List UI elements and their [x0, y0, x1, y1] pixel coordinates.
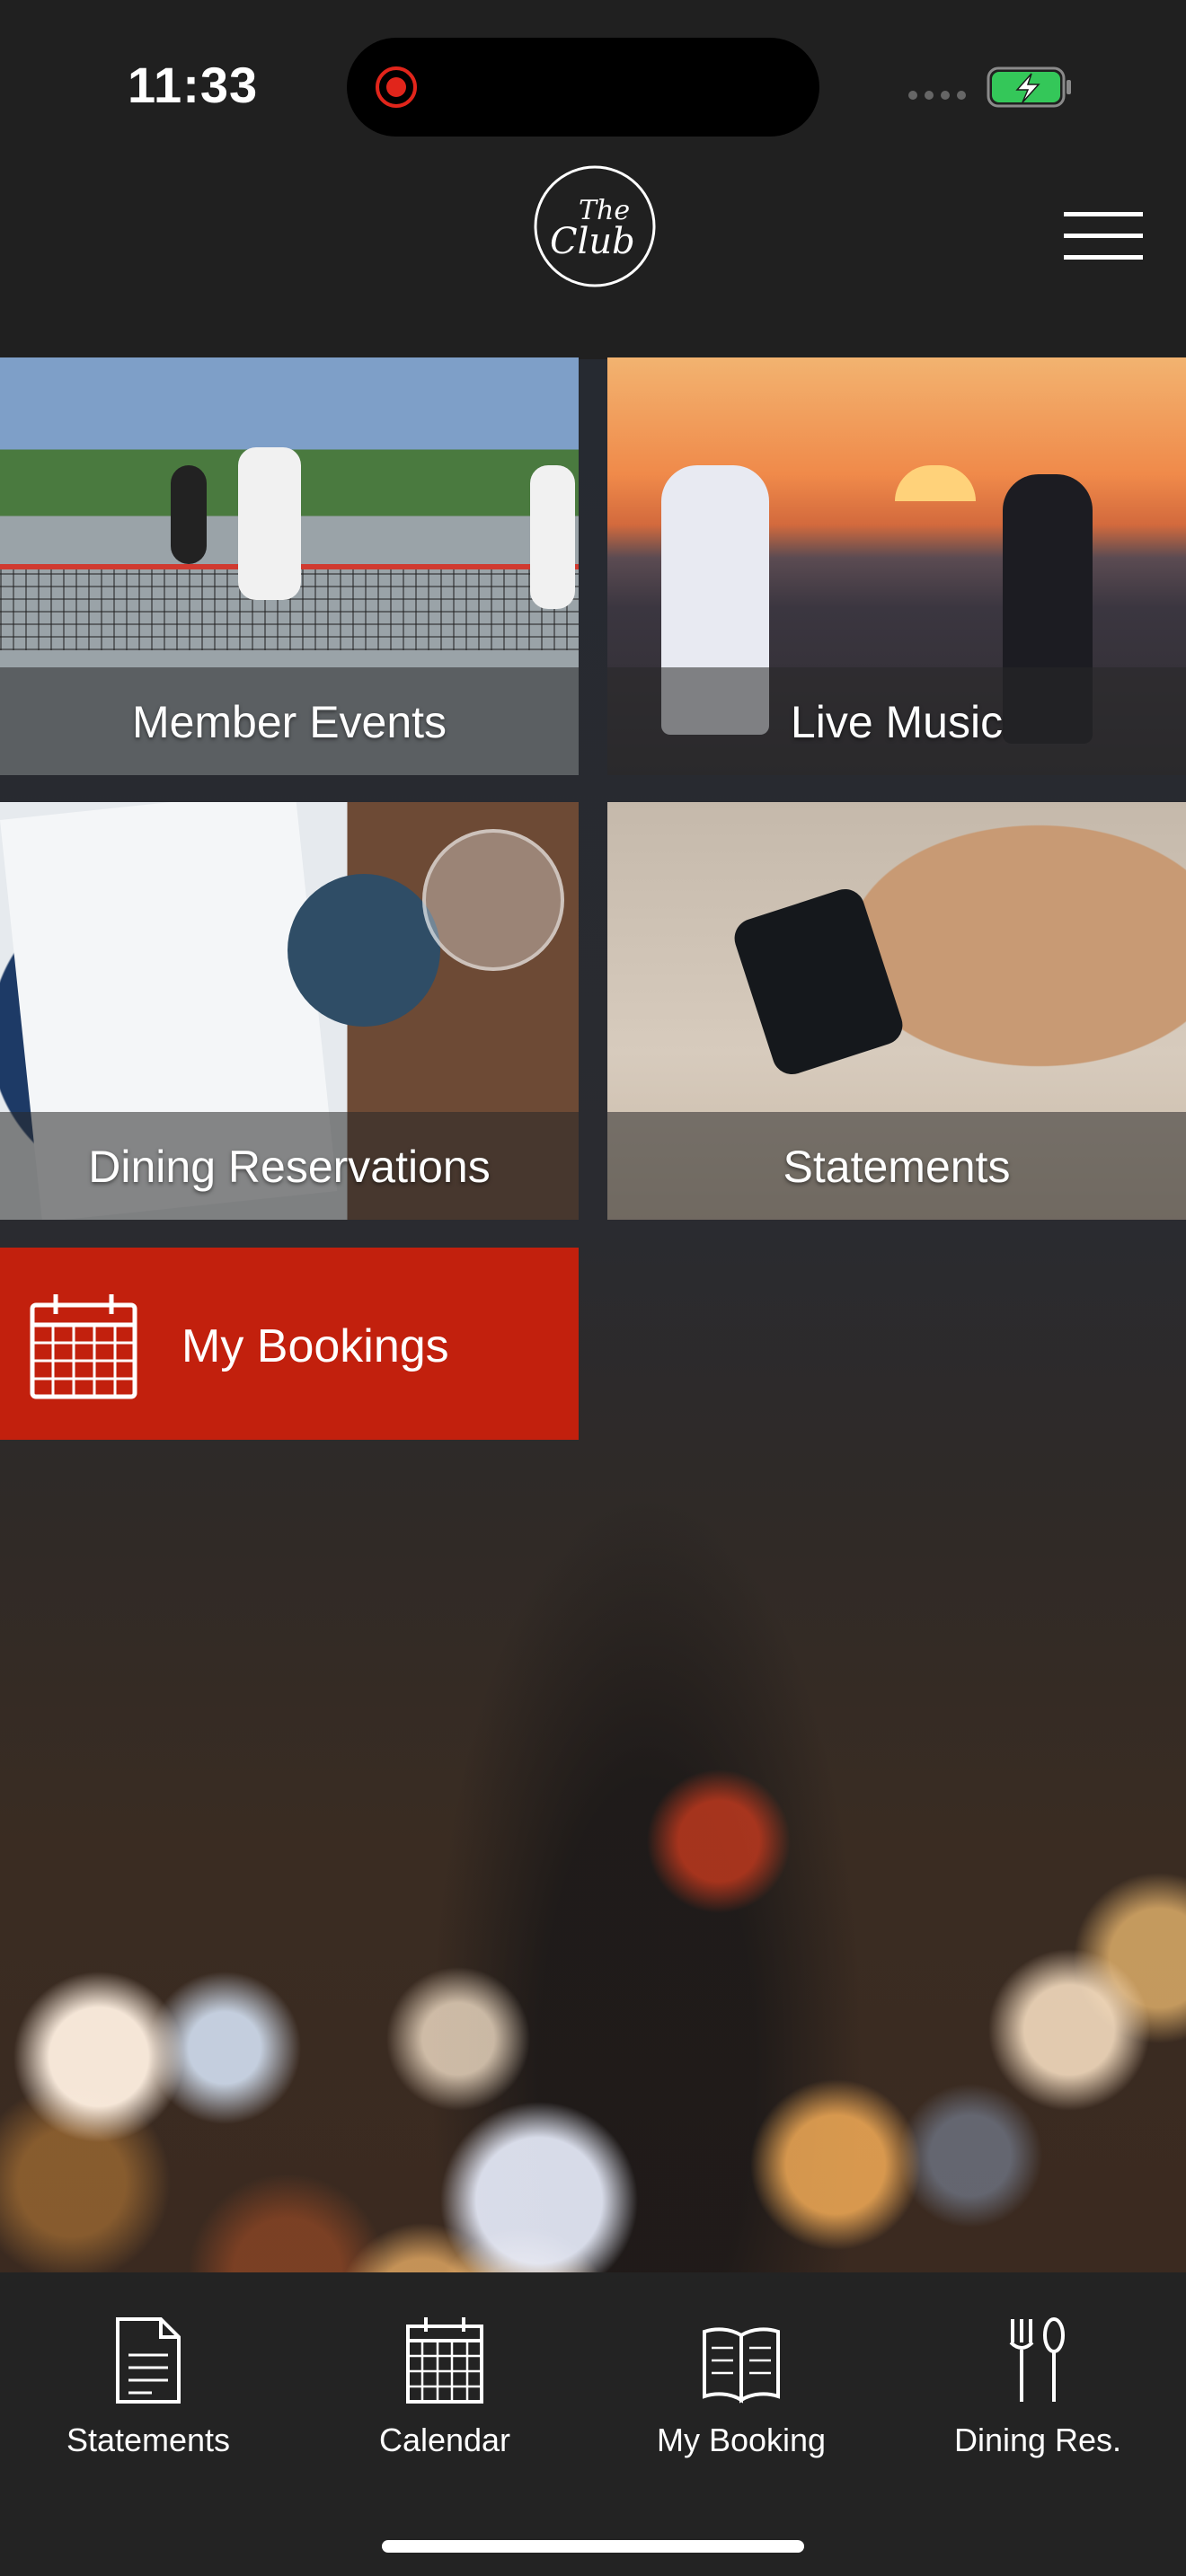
tile-dining-reservations[interactable]: Dining Reservations [0, 802, 579, 1220]
tile-label: Member Events [131, 697, 447, 747]
status-time: 11:33 [128, 57, 259, 113]
phone-in-hand [729, 884, 908, 1080]
tile-live-music[interactable]: Live Music [607, 357, 1186, 775]
tab-label: Calendar [378, 2422, 511, 2458]
svg-text:Club: Club [550, 221, 635, 262]
tab-label: Statements [66, 2422, 231, 2458]
my-bookings-label: My Bookings [181, 1320, 449, 1372]
bottom-tab-bar: Statements Calendar My Booking Dining Re… [0, 2272, 1186, 2576]
tile-member-events[interactable]: Member Events [0, 357, 579, 775]
tile-label: Live Music [790, 697, 1004, 747]
player-figure [238, 447, 301, 600]
tab-statements[interactable]: Statements [0, 2272, 296, 2488]
cellular-signal-icon [908, 91, 966, 100]
open-book-icon [703, 2327, 780, 2404]
tab-dining-res[interactable]: Dining Res. [890, 2272, 1186, 2488]
hamburger-menu-icon[interactable] [1060, 207, 1146, 278]
tab-label: Dining Res. [953, 2422, 1122, 2458]
club-logo[interactable]: The Club [532, 163, 658, 289]
home-indicator[interactable] [382, 2540, 804, 2553]
tab-label: My Booking [656, 2422, 827, 2458]
my-bookings-button[interactable]: My Bookings [0, 1248, 579, 1440]
calendar-icon [406, 2317, 483, 2404]
tile-label: Statements [783, 1142, 1011, 1192]
dynamic-island [347, 38, 819, 137]
coaster [288, 874, 440, 1027]
document-icon [116, 2317, 181, 2404]
fork-knife-icon [1009, 2317, 1065, 2402]
tab-my-booking[interactable]: My Booking [593, 2272, 890, 2488]
screen-recording-icon [376, 66, 417, 108]
player-figure [171, 465, 207, 564]
battery-charging-icon [987, 66, 1071, 108]
wine-glass [422, 829, 564, 971]
sunset-sun [895, 465, 976, 501]
tab-calendar[interactable]: Calendar [296, 2272, 593, 2488]
status-bar: 11:33 [0, 0, 1186, 144]
player-figure [530, 465, 575, 609]
tile-statements[interactable]: Statements [607, 802, 1186, 1220]
calendar-icon [30, 1294, 137, 1399]
tile-label: Dining Reservations [88, 1142, 491, 1192]
